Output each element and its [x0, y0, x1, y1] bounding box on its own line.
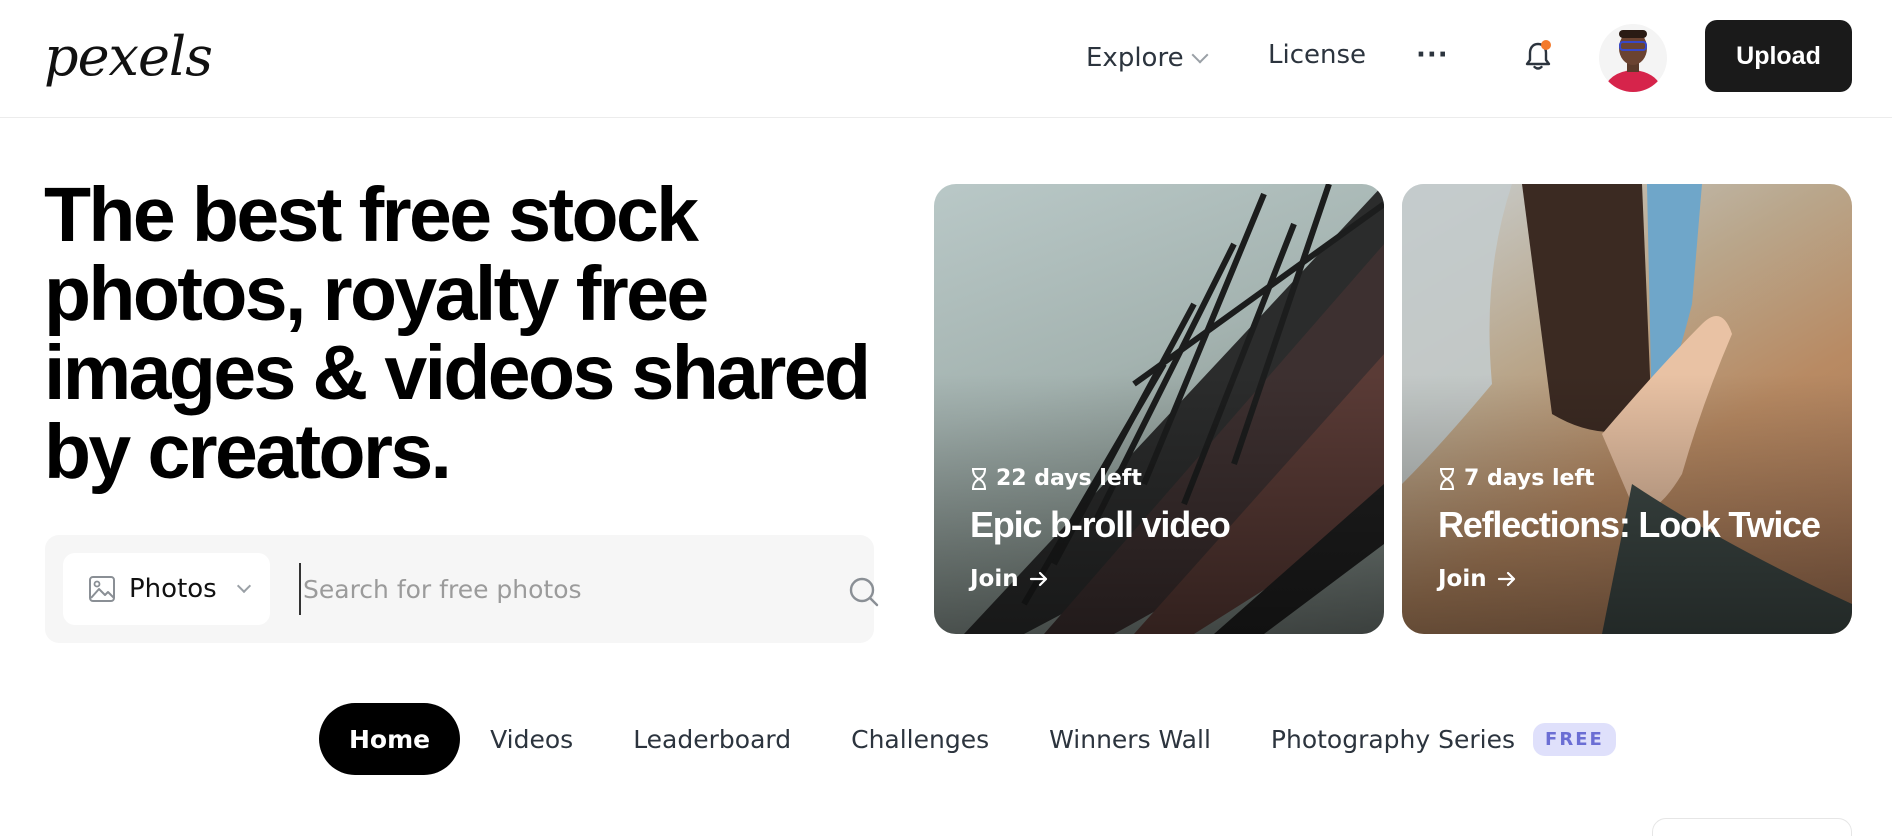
challenge-title: Epic b-roll video — [970, 504, 1231, 545]
notification-dot — [1541, 40, 1551, 50]
free-badge: FREE — [1533, 722, 1616, 756]
days-left-label: 7 days left — [1464, 466, 1595, 491]
search-type-dropdown[interactable]: Photos — [63, 553, 270, 625]
nav-license[interactable]: License — [1268, 40, 1366, 76]
nav-explore[interactable]: Explore — [1086, 40, 1209, 76]
user-avatar[interactable] — [1598, 20, 1668, 96]
arrow-right-icon — [1029, 571, 1047, 587]
join-challenge-link[interactable]: Join — [970, 566, 1049, 592]
challenge-card-reflections[interactable]: 7 days left Reflections: Look Twice Join — [1402, 184, 1852, 634]
top-header: pexels Explore License ··· Upload — [0, 0, 1892, 118]
join-challenge-link[interactable]: Join — [1438, 566, 1517, 592]
search-icon — [849, 577, 879, 607]
chevron-down-icon — [236, 578, 251, 594]
nav-explore-label: Explore — [1086, 43, 1184, 73]
tab-leaderboard[interactable]: Leaderboard — [603, 703, 821, 775]
chevron-down-icon — [1191, 46, 1209, 64]
tab-challenges[interactable]: Challenges — [821, 703, 1019, 775]
hourglass-icon — [1440, 467, 1454, 490]
tab-photography-series[interactable]: Photography Series FREE — [1241, 703, 1646, 775]
challenge-countdown: 22 days left — [970, 466, 1142, 491]
arrow-right-icon — [1497, 571, 1515, 587]
days-left-label: 22 days left — [996, 466, 1142, 491]
challenge-card-epic-b-roll[interactable]: 22 days left Epic b-roll video Join — [934, 184, 1384, 634]
tab-winners-wall[interactable]: Winners Wall — [1019, 703, 1241, 775]
join-label: Join — [970, 566, 1019, 592]
pexels-logo[interactable]: pexels — [44, 22, 213, 92]
tab-home[interactable]: Home — [319, 703, 461, 775]
challenge-countdown: 7 days left — [1438, 466, 1595, 491]
search-bar: Photos — [45, 535, 879, 643]
notifications-button[interactable] — [1520, 38, 1556, 74]
image-icon — [89, 576, 115, 602]
tab-photography-series-label: Photography Series — [1270, 724, 1516, 754]
more-menu-button[interactable]: ··· — [1416, 40, 1449, 70]
join-label: Join — [1438, 566, 1487, 592]
section-tabs: Home Videos Leaderboard Challenges Winne… — [319, 703, 1646, 775]
search-type-label: Photos — [129, 574, 217, 604]
upload-button[interactable]: Upload — [1705, 20, 1852, 92]
hourglass-icon — [972, 467, 986, 490]
tab-videos[interactable]: Videos — [460, 703, 603, 775]
challenge-title: Reflections: Look Twice — [1438, 504, 1821, 545]
search-input[interactable] — [299, 563, 819, 615]
bell-icon — [1525, 40, 1551, 70]
hero-title: The best free stock photos, royalty free… — [44, 172, 871, 495]
partial-dropdown[interactable] — [1652, 818, 1852, 836]
search-button[interactable] — [847, 575, 883, 611]
